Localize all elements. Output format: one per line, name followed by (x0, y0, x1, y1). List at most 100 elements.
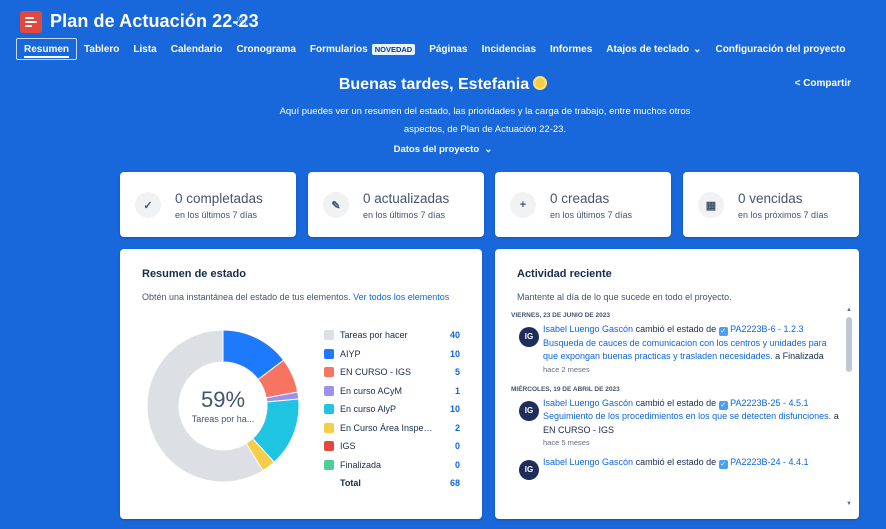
legend-swatch (324, 422, 334, 433)
stat-value: 0 creadas (550, 191, 610, 206)
tab-formularios[interactable]: Formularios NOVEDAD (303, 38, 422, 60)
tab-calendario[interactable]: Calendario (164, 38, 230, 60)
legend-row[interactable]: EN CURSO - IGS 5 (324, 363, 460, 382)
tab-lista[interactable]: Lista (126, 38, 163, 60)
chevron-down-icon: ⌄ (481, 144, 493, 155)
donut-center-label: Tareas por ha... (191, 414, 255, 424)
legend-swatch (324, 385, 334, 396)
sun-icon (533, 76, 548, 90)
legend-row[interactable]: En Curso Área Inspecci... 2 (324, 419, 460, 438)
chevron-down-icon: ⌄ (693, 43, 702, 55)
legend-row[interactable]: Finalizada 0 (324, 456, 460, 475)
stat-card: ▦ 0 vencidas en los próximos 7 días (683, 172, 859, 237)
tab-resumen[interactable]: Resumen (16, 38, 78, 60)
legend-value[interactable]: 5 (436, 367, 460, 377)
activity-card-title: Actividad reciente (517, 268, 612, 280)
view-all-items-link[interactable]: Ver todos los elementos (353, 292, 449, 302)
issue-type-icon: ✓ (718, 400, 728, 410)
intro-text: Aquí puedes ver un resumen del estado, l… (279, 106, 691, 135)
legend-value[interactable]: 10 (436, 349, 460, 359)
issue-link[interactable]: PA2223B-24 - 4.4.1 (728, 457, 808, 467)
stat-card: ✎ 0 actualizadas en los últimos 7 días (308, 172, 484, 237)
stat-card: ✓ 0 completadas en los últimos 7 días (120, 172, 296, 237)
issue-type-icon: ✓ (718, 460, 728, 469)
activity-day-header: MIÉRCOLES, 19 DE ABRIL DE 2023 (511, 385, 620, 393)
legend-swatch (324, 330, 334, 341)
stat-period: en los próximos 7 días (738, 210, 829, 220)
stat-period: en los últimos 7 días (175, 210, 258, 220)
activity-scrollbar[interactable]: ▲ ▼ (845, 307, 853, 507)
activity-user-link[interactable]: Isabel Luengo Gascón (543, 457, 633, 467)
activity-action: cambió el estado de (633, 324, 719, 334)
legend-row[interactable]: En curso ACyM 1 (324, 382, 460, 401)
legend-swatch (324, 348, 334, 359)
paint-bucket-icon[interactable]: ♨ (234, 12, 247, 30)
legend-name: AIYP (340, 348, 361, 359)
share-button[interactable]: < Compartir (795, 78, 851, 89)
project-logo-icon (20, 11, 42, 33)
scrollbar-thumb[interactable] (846, 317, 852, 372)
legend-value[interactable]: 40 (436, 330, 460, 340)
activity-card-subtitle: Mantente al día de lo que sucede en todo… (517, 292, 732, 302)
status-card-subtitle: Obtén una instantánea del estado de tus … (142, 292, 449, 302)
legend-name: Tareas por hacer (340, 330, 408, 341)
tab-incidencias[interactable]: Incidencias (475, 38, 543, 60)
scroll-up-icon[interactable]: ▲ (846, 307, 852, 313)
legend-value[interactable]: 1 (436, 386, 460, 396)
legend-row[interactable]: En curso AlyP 10 (324, 400, 460, 419)
activity-text: Isabel Luengo Gascón cambió el estado de… (543, 323, 841, 364)
legend-name: En curso AlyP (340, 404, 397, 415)
activity-text: Isabel Luengo Gascón cambió el estado de… (543, 397, 841, 438)
tab-tablero[interactable]: Tablero (77, 38, 126, 60)
activity-user-link[interactable]: Isabel Luengo Gascón (543, 324, 633, 334)
stat-period: en los últimos 7 días (363, 210, 446, 220)
donut-center-percent: 59% (200, 387, 246, 412)
activity-entry: IG Isabel Luengo Gascón cambió el estado … (511, 323, 841, 375)
tab-label: Atajos de teclado (606, 43, 690, 55)
pencil-icon: ✎ (323, 192, 349, 218)
activity-time: hace 5 meses (543, 438, 590, 447)
scroll-down-icon[interactable]: ▼ (846, 501, 852, 507)
activity-user-link[interactable]: Isabel Luengo Gascón (543, 398, 633, 408)
tab-label: Incidencias (481, 43, 537, 55)
tab-informes[interactable]: Informes (543, 38, 599, 60)
tab-cronograma[interactable]: Cronograma (229, 38, 302, 60)
stat-value: 0 completadas (175, 191, 263, 206)
project-tabs: Resumen Tablero Lista Calendario Cronograma F… (16, 38, 886, 60)
legend-row[interactable]: AIYP 10 (324, 345, 460, 364)
legend-swatch (324, 441, 334, 452)
legend-row[interactable]: Tareas por hacer 40 (324, 326, 460, 345)
legend-value[interactable]: 0 (436, 441, 460, 451)
legend-value[interactable]: 0 (436, 460, 460, 470)
stat-value: 0 actualizadas (363, 191, 450, 206)
project-data-dropdown[interactable]: Datos del proyecto ⌄ (0, 144, 886, 155)
legend-total-row: Total 68 (324, 474, 460, 493)
legend-name: EN CURSO - IGS (340, 367, 412, 378)
new-badge: NOVEDAD (371, 43, 416, 55)
status-card-title: Resumen de estado (142, 268, 246, 280)
status-summary-card: Resumen de estado Obtén una instantánea … (120, 249, 482, 519)
stat-value: 0 vencidas (738, 191, 803, 206)
tab-paginas[interactable]: Páginas (422, 38, 474, 60)
legend-total-value[interactable]: 68 (436, 478, 460, 488)
activity-feed[interactable]: VIERNES, 23 DE JUNIO DE 2023 IG Isabel Lue… (511, 309, 841, 505)
legend-value[interactable]: 10 (436, 404, 460, 414)
legend-row[interactable]: IGS 0 (324, 437, 460, 456)
legend-swatch (324, 459, 334, 470)
legend-name: IGS (340, 441, 356, 452)
tab-label: Configuración del proyecto (715, 43, 846, 55)
issue-type-icon: ✓ (718, 327, 728, 336)
share-label: Compartir (803, 78, 851, 89)
avatar: IG (519, 400, 539, 421)
tab-configuracion-del-proyecto[interactable]: Configuración del proyecto (708, 38, 852, 60)
legend-total-label: Total (340, 478, 361, 489)
legend-swatch (324, 404, 334, 415)
tab-label: Páginas (429, 43, 468, 55)
activity-status-change: a Finalizada (772, 351, 824, 361)
legend-value[interactable]: 2 (436, 423, 460, 433)
recent-activity-card: Actividad reciente Mantente al día de lo… (495, 249, 859, 519)
greeting-text: Buenas tardes, Estefania (338, 76, 530, 93)
greeting: Buenas tardes, Estefania (0, 76, 886, 94)
status-legend: Tareas por hacer 40 AIYP 10 EN CURSO - IGS 5 E… (324, 326, 460, 493)
tab-atajos-de-teclado[interactable]: Atajos de teclado ⌄ (599, 38, 708, 60)
